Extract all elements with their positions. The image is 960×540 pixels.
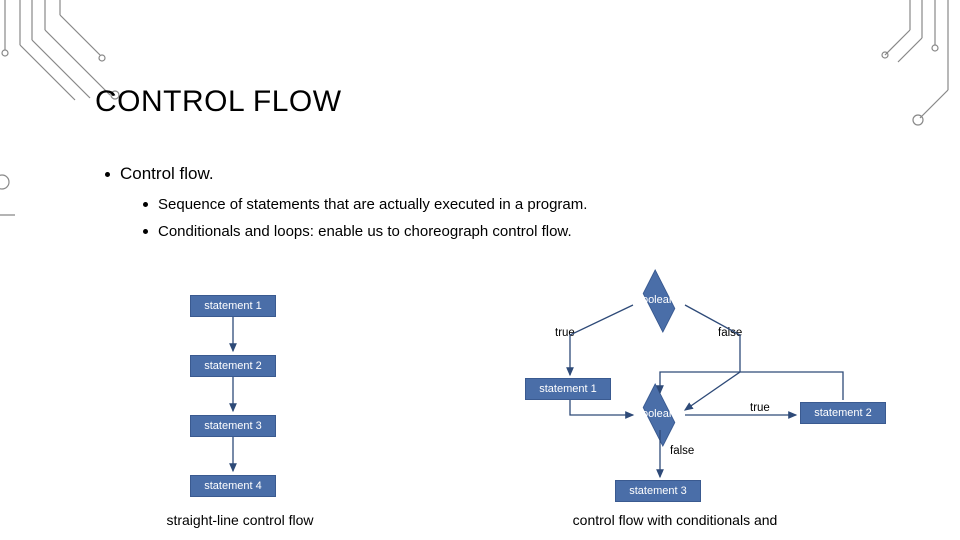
bullet-sub-2: Conditionals and loops: enable us to cho…	[143, 223, 910, 240]
page-title: CONTROL FLOW	[95, 85, 910, 119]
flow-arrows-right	[500, 280, 900, 510]
bullet-main: Control flow.	[105, 164, 910, 184]
circuit-decoration-mid-left	[0, 170, 20, 230]
flow-arrows-left	[190, 295, 276, 495]
caption-left: straight-line control flow	[140, 512, 340, 528]
bullet-sub-2-text: Conditionals and loops: enable us to cho…	[158, 223, 572, 240]
bullet-sub-1-text: Sequence of statements that are actually…	[158, 196, 587, 213]
bullet-dot-icon	[143, 202, 148, 207]
bullet-main-text: Control flow.	[120, 164, 214, 184]
caption-right: control flow with conditionals and	[525, 512, 825, 528]
bullet-sub-1: Sequence of statements that are actually…	[143, 196, 910, 213]
bullet-dot-icon	[143, 229, 148, 234]
bullet-dot-icon	[105, 172, 110, 177]
